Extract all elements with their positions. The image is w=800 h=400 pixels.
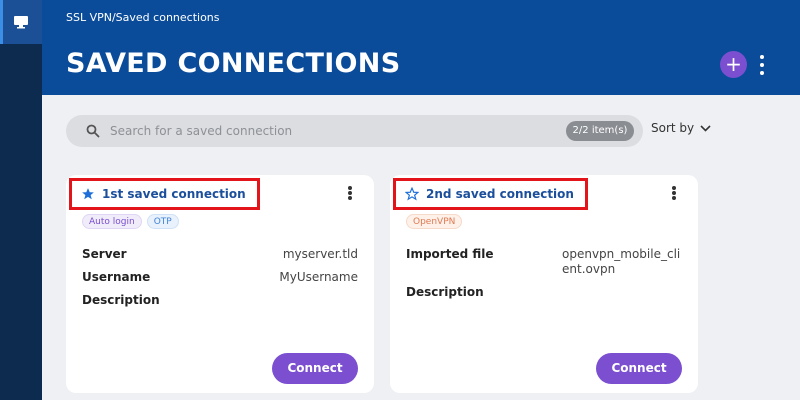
search-bar: 2/2 item(s) <box>66 115 643 147</box>
nav-rail <box>0 0 42 400</box>
card-title[interactable]: 2nd saved connection <box>426 187 574 201</box>
card-menu-icon[interactable] <box>671 186 677 200</box>
field-value-imported-file: openvpn_mobile_cli ent.ovpn <box>562 247 680 277</box>
star-filled-icon[interactable] <box>81 187 95 201</box>
card-menu-icon[interactable] <box>347 186 353 200</box>
field-value-username: MyUsername <box>279 270 358 284</box>
more-options-icon[interactable] <box>755 55 769 75</box>
breadcrumb[interactable]: SSL VPN/Saved connections <box>66 11 220 24</box>
tag-list: Auto login OTP <box>82 214 179 229</box>
field-label-server: Server <box>82 247 127 261</box>
sort-label: Sort by <box>651 121 695 135</box>
card-title-highlight: 2nd saved connection <box>393 178 588 210</box>
value-line: ent.ovpn <box>562 262 616 276</box>
connection-card: 1st saved connection Auto login OTP Serv… <box>66 175 374 393</box>
star-outline-icon[interactable] <box>405 187 419 201</box>
field-label-imported-file: Imported file <box>406 247 494 261</box>
add-connection-button[interactable]: + <box>720 51 747 78</box>
tag-list: OpenVPN <box>406 214 463 229</box>
value-line: openvpn_mobile_cli <box>562 247 681 261</box>
page-title: SAVED CONNECTIONS <box>66 48 401 79</box>
nav-item-saved-connections[interactable] <box>0 0 42 44</box>
card-title[interactable]: 1st saved connection <box>102 187 246 201</box>
connect-button[interactable]: Connect <box>596 353 682 384</box>
sort-dropdown[interactable]: Sort by <box>651 121 711 135</box>
search-input[interactable] <box>110 115 550 147</box>
field-label-description: Description <box>82 293 160 307</box>
monitor-icon <box>14 16 28 29</box>
field-label-description: Description <box>406 285 484 299</box>
item-count-badge: 2/2 item(s) <box>566 121 634 141</box>
search-icon <box>86 124 100 138</box>
chevron-down-icon <box>700 124 711 132</box>
field-label-username: Username <box>82 270 151 284</box>
card-title-highlight: 1st saved connection <box>69 178 260 210</box>
connection-card: 2nd saved connection OpenVPN Imported fi… <box>390 175 698 393</box>
tag-openvpn: OpenVPN <box>406 214 463 229</box>
field-value-server: myserver.tld <box>282 247 358 261</box>
tag-auto-login: Auto login <box>82 214 142 229</box>
tag-otp: OTP <box>146 214 179 229</box>
connect-button[interactable]: Connect <box>272 353 358 384</box>
page-header: SSL VPN/Saved connections SAVED CONNECTI… <box>42 0 800 95</box>
